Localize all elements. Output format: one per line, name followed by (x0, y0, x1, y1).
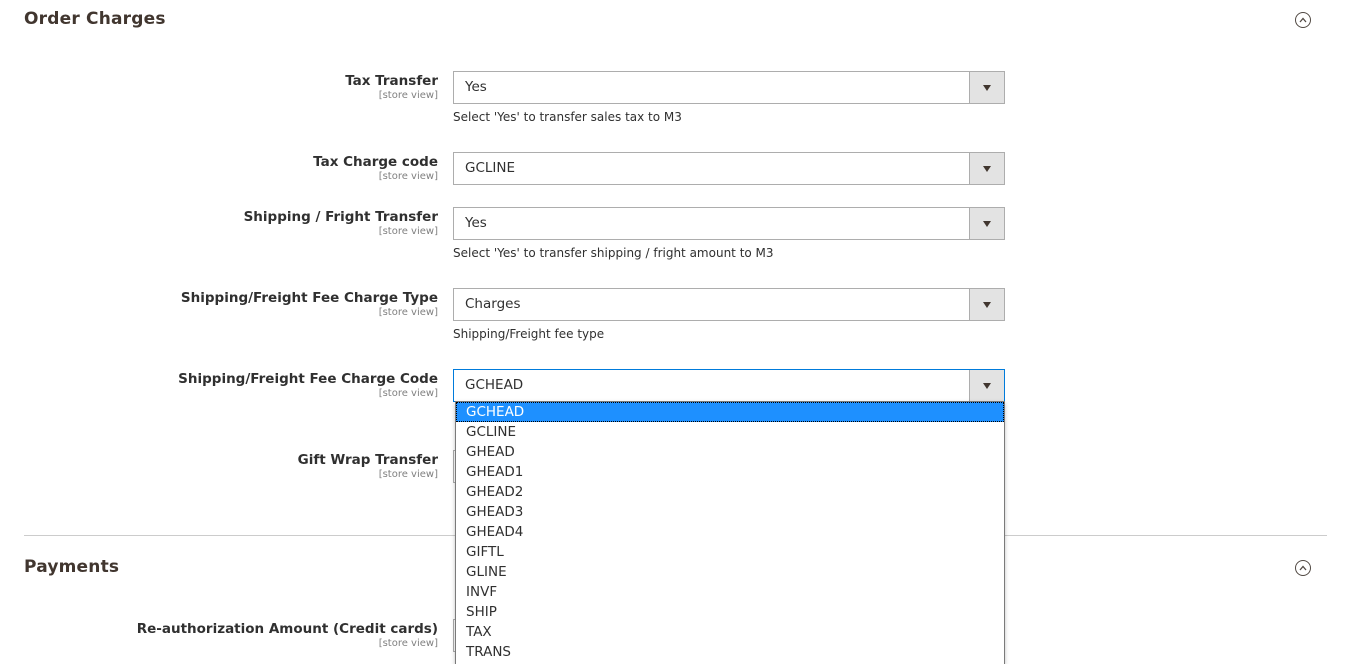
dropdown-option[interactable]: GLINE (456, 562, 1004, 582)
field-label-tax-charge-code: Tax Charge code (313, 154, 438, 170)
field-scope-tax-charge-code: [store view] (378, 171, 438, 182)
section-title-payments[interactable]: Payments (24, 557, 119, 577)
field-label-gift-wrap-transfer: Gift Wrap Transfer (297, 452, 438, 468)
caret-down-icon (969, 72, 1004, 103)
tax-transfer-select[interactable]: Yes (453, 71, 1005, 104)
dropdown-option[interactable]: SHIP (456, 602, 1004, 622)
dropdown-option[interactable]: TRANS (456, 642, 1004, 662)
caret-down-icon (969, 208, 1004, 239)
dropdown-option[interactable]: GHEAD (456, 442, 1004, 462)
field-label-reauthorization-amount: Re-authorization Amount (Credit cards) (136, 621, 438, 637)
collapse-payments-button[interactable] (1295, 560, 1311, 576)
field-scope-tax-transfer: [store view] (378, 90, 438, 101)
section-title-order-charges[interactable]: Order Charges (24, 9, 166, 29)
shipping-fee-charge-type-note: Shipping/Freight fee type (453, 327, 605, 341)
dropdown-option[interactable]: GHEAD1 (456, 462, 1004, 482)
field-label-shipping-fright-transfer: Shipping / Fright Transfer (243, 209, 438, 225)
shipping-fright-transfer-value: Yes (465, 215, 487, 231)
shipping-fee-charge-type-select[interactable]: Charges (453, 288, 1005, 321)
charge-code-dropdown-list[interactable]: GCHEAD GCLINE GHEAD GHEAD1 GHEAD2 GHEAD3… (455, 401, 1005, 664)
dropdown-option[interactable]: TAX (456, 622, 1004, 642)
field-label-shipping-fee-charge-code: Shipping/Freight Fee Charge Code (178, 371, 438, 387)
field-scope-shipping-fright-transfer: [store view] (378, 226, 438, 237)
caret-down-icon (969, 153, 1004, 184)
collapse-order-charges-button[interactable] (1295, 12, 1311, 28)
shipping-fee-charge-code-value: GCHEAD (465, 377, 524, 393)
tax-charge-code-value: GCLINE (465, 160, 516, 176)
chevron-up-icon (1299, 17, 1307, 23)
dropdown-option[interactable]: GCHEAD (456, 402, 1004, 422)
dropdown-option[interactable]: GHEAD2 (456, 482, 1004, 502)
dropdown-option[interactable]: INVF (456, 582, 1004, 602)
field-scope-shipping-fee-charge-code: [store view] (378, 388, 438, 399)
tax-charge-code-select[interactable]: GCLINE (453, 152, 1005, 185)
dropdown-option[interactable]: GCLINE (456, 422, 1004, 442)
tax-transfer-note: Select 'Yes' to transfer sales tax to M3 (453, 110, 682, 124)
field-label-tax-transfer: Tax Transfer (345, 73, 438, 89)
caret-down-icon (969, 289, 1004, 320)
field-scope-reauthorization-amount: [store view] (378, 638, 438, 649)
dropdown-option[interactable]: GHEAD4 (456, 522, 1004, 542)
field-scope-gift-wrap-transfer: [store view] (378, 469, 438, 480)
shipping-fee-charge-type-value: Charges (465, 296, 521, 312)
field-label-shipping-fee-charge-type: Shipping/Freight Fee Charge Type (180, 290, 438, 306)
chevron-up-icon (1299, 565, 1307, 571)
dropdown-option[interactable]: GHEAD3 (456, 502, 1004, 522)
tax-transfer-value: Yes (465, 79, 487, 95)
dropdown-option[interactable]: GIFTL (456, 542, 1004, 562)
caret-down-icon (969, 370, 1004, 401)
shipping-fee-charge-code-select[interactable]: GCHEAD (453, 369, 1005, 402)
shipping-fright-transfer-note: Select 'Yes' to transfer shipping / frig… (453, 246, 774, 260)
field-scope-shipping-fee-charge-type: [store view] (378, 307, 438, 318)
shipping-fright-transfer-select[interactable]: Yes (453, 207, 1005, 240)
